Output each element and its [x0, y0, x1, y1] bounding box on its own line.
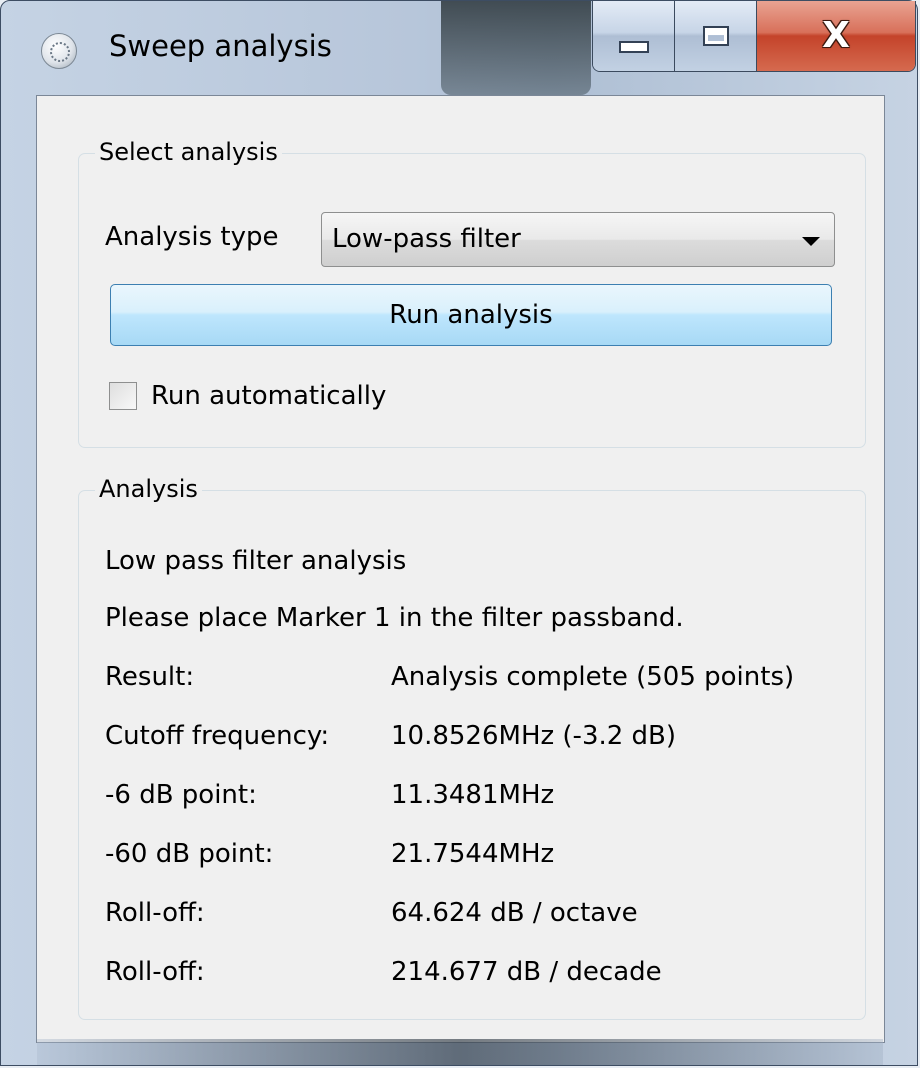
run-automatically-checkbox[interactable]: [109, 382, 137, 410]
close-icon: X: [822, 15, 850, 56]
analysis-type-dropdown[interactable]: Low-pass filter: [321, 212, 835, 267]
analysis-instruction: Please place Marker 1 in the filter pass…: [105, 603, 684, 633]
select-analysis-group: Select analysis Analysis type Low-pass f…: [78, 132, 866, 448]
minus-6db-value: 11.3481MHz: [391, 780, 555, 810]
minimize-button[interactable]: [593, 1, 675, 71]
chevron-down-icon: [802, 237, 820, 246]
select-analysis-title: Select analysis: [95, 132, 282, 172]
minus-60db-label: -60 dB point:: [105, 839, 274, 869]
analysis-type-label: Analysis type: [105, 222, 279, 252]
run-automatically-option[interactable]: Run automatically: [109, 376, 386, 416]
app-icon: [41, 33, 77, 69]
cutoff-frequency-label: Cutoff frequency:: [105, 721, 330, 751]
result-label: Result:: [105, 662, 195, 692]
analysis-group: Analysis Low pass filter analysis Please…: [78, 469, 866, 1020]
analysis-type-value: Low-pass filter: [332, 224, 521, 254]
rolloff-decade-label: Roll-off:: [105, 957, 205, 987]
analysis-heading: Low pass filter analysis: [105, 546, 407, 576]
maximize-button[interactable]: [675, 1, 757, 71]
analysis-group-title: Analysis: [95, 469, 202, 509]
rolloff-octave-label: Roll-off:: [105, 898, 205, 928]
rolloff-octave-value: 64.624 dB / octave: [391, 898, 638, 928]
minus-60db-value: 21.7544MHz: [391, 839, 555, 869]
run-analysis-button[interactable]: Run analysis: [110, 284, 832, 346]
minimize-icon: [618, 41, 649, 53]
window-title: Sweep analysis: [109, 29, 332, 63]
rolloff-decade-value: 214.677 dB / decade: [391, 957, 662, 987]
title-bar[interactable]: Sweep analysis X: [1, 1, 917, 95]
minus-6db-label: -6 dB point:: [105, 780, 257, 810]
run-automatically-label: Run automatically: [151, 381, 387, 411]
client-area: Select analysis Analysis type Low-pass f…: [36, 95, 885, 1043]
close-button[interactable]: X: [757, 1, 915, 71]
cutoff-frequency-value: 10.8526MHz (-3.2 dB): [391, 721, 677, 751]
caption-buttons: X: [592, 1, 916, 72]
sweep-analysis-window: Sweep analysis X Select analysis Analysi…: [0, 0, 918, 1066]
maximize-icon: [702, 26, 729, 46]
result-value: Analysis complete (505 points): [391, 662, 795, 692]
